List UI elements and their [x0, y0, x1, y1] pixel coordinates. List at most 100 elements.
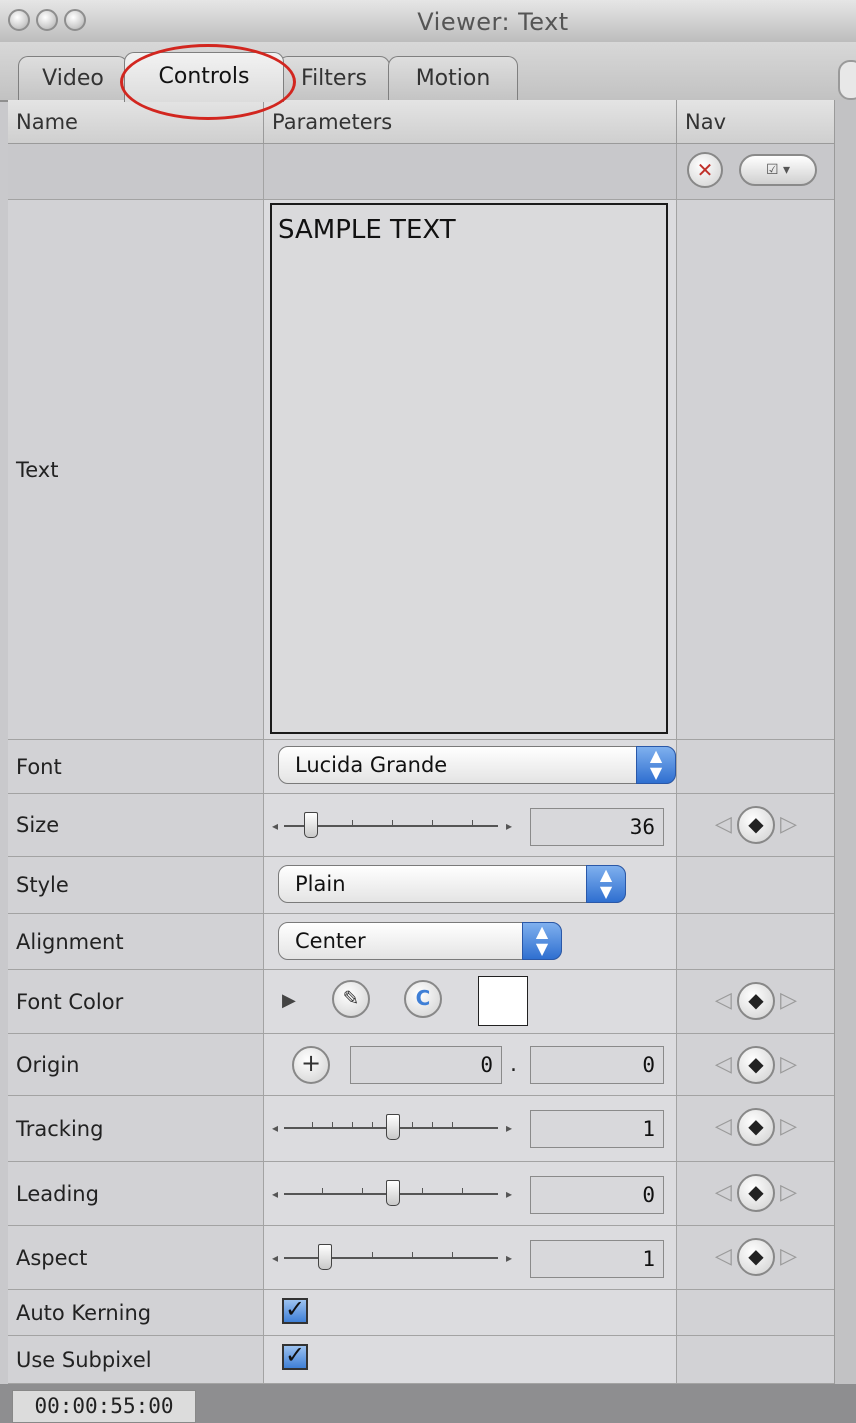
font-popup[interactable]: Lucida Grande ▲ ▼: [278, 746, 676, 784]
add-keyframe-icon[interactable]: ◆: [737, 1174, 775, 1212]
tab-scroll-control[interactable]: [838, 60, 856, 100]
prev-keyframe-icon[interactable]: ◁: [715, 988, 732, 1013]
aspect-keyframe-controls: ◁ ◆ ▷: [711, 1236, 801, 1280]
param-name-font-color: Font Color: [8, 970, 264, 1034]
add-keyframe-icon[interactable]: ◆: [737, 1238, 775, 1276]
column-header-parameters[interactable]: Parameters: [264, 100, 677, 144]
timecode-display[interactable]: 00:00:55:00: [12, 1390, 196, 1423]
param-name-font: Font: [8, 740, 264, 794]
keyframe-menu-icon[interactable]: ☑ ▾: [739, 154, 817, 186]
eyedropper-icon[interactable]: ✎: [332, 980, 370, 1018]
origin-y-field[interactable]: 0: [530, 1046, 664, 1084]
disclosure-triangle-icon[interactable]: ▶: [282, 990, 296, 1011]
next-keyframe-icon[interactable]: ▷: [780, 988, 797, 1013]
leading-slider[interactable]: ◂ ▸: [272, 1178, 512, 1212]
tab-strip: Video Controls Filters Motion: [0, 42, 856, 102]
slider-tick: [452, 1122, 453, 1128]
auto-kerning-checkbox[interactable]: ✓: [282, 1297, 308, 1324]
param-name-leading: Leading: [8, 1162, 264, 1226]
add-keyframe-icon[interactable]: ◆: [737, 982, 775, 1020]
origin-x-field[interactable]: 0: [350, 1046, 502, 1084]
param-aspect-cell: ◂ ▸ 1: [264, 1226, 677, 1290]
size-keyframe-controls: ◁ ◆ ▷: [711, 804, 801, 848]
prev-keyframe-icon[interactable]: ◁: [715, 1052, 732, 1077]
param-name-aspect: Aspect: [8, 1226, 264, 1290]
param-leading-nav: ◁ ◆ ▷: [677, 1162, 834, 1226]
param-font-color-nav: ◁ ◆ ▷: [677, 970, 834, 1034]
popup-stepper-icon: ▲ ▼: [636, 746, 676, 784]
tracking-keyframe-controls: ◁ ◆ ▷: [711, 1106, 801, 1150]
use-subpixel-checkbox[interactable]: ✓: [282, 1343, 308, 1370]
slider-left-arrow-icon[interactable]: ◂: [272, 819, 278, 833]
slider-tick: [352, 820, 353, 826]
slider-left-arrow-icon[interactable]: ◂: [272, 1251, 278, 1265]
slider-tick: [322, 1188, 323, 1194]
column-header-name[interactable]: Name: [8, 100, 264, 144]
aspect-slider[interactable]: ◂ ▸: [272, 1242, 512, 1276]
column-header-nav[interactable]: Nav: [677, 100, 834, 144]
add-keyframe-icon[interactable]: ◆: [737, 806, 775, 844]
leading-value-field[interactable]: 0: [530, 1176, 664, 1214]
slider-right-arrow-icon[interactable]: ▸: [506, 1251, 512, 1265]
next-keyframe-icon[interactable]: ▷: [780, 1180, 797, 1205]
alignment-popup-value: Center: [295, 929, 366, 953]
tab-filters[interactable]: Filters: [278, 56, 390, 100]
origin-crosshair-icon[interactable]: +: [292, 1046, 330, 1084]
param-tracking-nav: ◁ ◆ ▷: [677, 1096, 834, 1162]
param-name-tracking: Tracking: [8, 1096, 264, 1162]
param-style-cell: Plain ▲ ▼: [264, 857, 677, 914]
next-keyframe-icon[interactable]: ▷: [780, 1244, 797, 1269]
add-keyframe-icon[interactable]: ◆: [737, 1108, 775, 1146]
prev-keyframe-icon[interactable]: ◁: [715, 812, 732, 837]
slider-thumb[interactable]: [386, 1114, 400, 1140]
param-alignment-cell: Center ▲ ▼: [264, 914, 677, 970]
tracking-value-field[interactable]: 1: [530, 1110, 664, 1148]
slider-right-arrow-icon[interactable]: ▸: [506, 819, 512, 833]
param-aspect-nav: ◁ ◆ ▷: [677, 1226, 834, 1290]
title-bar: Viewer: Text: [0, 0, 856, 43]
prev-keyframe-icon[interactable]: ◁: [715, 1180, 732, 1205]
style-popup[interactable]: Plain ▲ ▼: [278, 865, 626, 903]
prev-keyframe-icon[interactable]: ◁: [715, 1244, 732, 1269]
reset-icon[interactable]: ✕: [687, 152, 723, 188]
slider-right-arrow-icon[interactable]: ▸: [506, 1187, 512, 1201]
add-keyframe-icon[interactable]: ◆: [737, 1046, 775, 1084]
param-name-auto-kerning: Auto Kerning: [8, 1290, 264, 1336]
slider-right-arrow-icon[interactable]: ▸: [506, 1121, 512, 1135]
font-color-swatch[interactable]: [478, 976, 528, 1026]
next-keyframe-icon[interactable]: ▷: [780, 812, 797, 837]
next-keyframe-icon[interactable]: ▷: [780, 1052, 797, 1077]
origin-separator: .: [510, 1052, 517, 1077]
param-size-nav: ◁ ◆ ▷: [677, 794, 834, 857]
slider-tick: [352, 1122, 353, 1128]
aspect-value-field[interactable]: 1: [530, 1240, 664, 1278]
prev-keyframe-icon[interactable]: ◁: [715, 1114, 732, 1139]
slider-tick: [372, 1122, 373, 1128]
slider-thumb[interactable]: [304, 812, 318, 838]
slider-tick: [362, 1188, 363, 1194]
param-tracking-cell: ◂ ▸ 1: [264, 1096, 677, 1162]
param-size-cell: ◂ ▸ 36: [264, 794, 677, 857]
popup-stepper-icon: ▲ ▼: [522, 922, 562, 960]
param-style-nav: [677, 857, 834, 914]
slider-left-arrow-icon[interactable]: ◂: [272, 1121, 278, 1135]
alignment-popup[interactable]: Center ▲ ▼: [278, 922, 562, 960]
leading-keyframe-controls: ◁ ◆ ▷: [711, 1172, 801, 1216]
param-auto-kerning-nav: [677, 1290, 834, 1336]
slider-thumb[interactable]: [386, 1180, 400, 1206]
color-picker-icon[interactable]: C: [404, 980, 442, 1018]
slider-tick: [312, 1122, 313, 1128]
param-name-text: Text: [8, 200, 264, 740]
size-slider[interactable]: ◂ ▸: [272, 810, 512, 844]
slider-thumb[interactable]: [318, 1244, 332, 1270]
tab-motion[interactable]: Motion: [388, 56, 518, 100]
size-value-field[interactable]: 36: [530, 808, 664, 846]
slider-left-arrow-icon[interactable]: ◂: [272, 1187, 278, 1201]
slider-track: [284, 1257, 498, 1259]
text-input-area[interactable]: SAMPLE TEXT: [270, 203, 668, 734]
tab-video[interactable]: Video: [18, 56, 128, 100]
next-keyframe-icon[interactable]: ▷: [780, 1114, 797, 1139]
tab-controls[interactable]: Controls: [124, 52, 284, 102]
tracking-slider[interactable]: ◂ ▸: [272, 1112, 512, 1146]
slider-tick: [452, 1252, 453, 1258]
